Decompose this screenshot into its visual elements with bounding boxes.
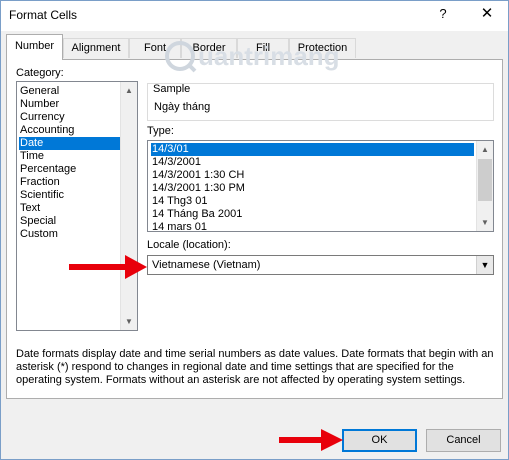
sample-box: Ngày tháng xyxy=(147,83,494,121)
sample-value: Ngày tháng xyxy=(154,101,211,113)
category-item-currency[interactable]: Currency xyxy=(19,111,65,124)
category-item-special[interactable]: Special xyxy=(19,215,56,228)
category-item-date[interactable]: Date xyxy=(19,137,120,150)
type-item[interactable]: 14/3/2001 1:30 CH xyxy=(151,169,244,182)
type-item[interactable]: 14/3/01 xyxy=(151,143,474,156)
red-arrow-icon xyxy=(279,429,343,451)
scroll-up-icon[interactable]: ▲ xyxy=(121,82,137,99)
scroll-up-icon[interactable]: ▲ xyxy=(477,141,493,158)
tab-number[interactable]: Number xyxy=(6,34,63,60)
dropdown-arrow-icon[interactable]: ▼ xyxy=(476,256,493,274)
type-item[interactable]: 14/3/2001 1:30 PM xyxy=(151,182,245,195)
type-item[interactable]: 14/3/2001 xyxy=(151,156,201,169)
window-title: Format Cells xyxy=(9,8,78,22)
category-item-fraction[interactable]: Fraction xyxy=(19,176,60,189)
category-label: Category: xyxy=(16,67,64,79)
type-item[interactable]: 14 Thg3 01 xyxy=(151,195,207,208)
category-item-accounting[interactable]: Accounting xyxy=(19,124,74,137)
type-scrollbar[interactable]: ▲ ▼ xyxy=(476,141,493,231)
category-item-text[interactable]: Text xyxy=(19,202,40,215)
category-item-scientific[interactable]: Scientific xyxy=(19,189,64,202)
scroll-down-icon[interactable]: ▼ xyxy=(477,214,493,231)
locale-select[interactable]: Vietnamese (Vietnam) ▼ xyxy=(147,255,494,275)
type-list[interactable]: 14/3/01 14/3/2001 14/3/2001 1:30 CH 14/3… xyxy=(147,140,494,232)
scroll-down-icon[interactable]: ▼ xyxy=(121,313,137,330)
category-scrollbar[interactable]: ▲ ▼ xyxy=(120,82,137,330)
format-cells-dialog: Format Cells ? ✕ Number Alignment Font B… xyxy=(0,0,509,460)
red-arrow-icon xyxy=(69,255,147,279)
svg-text:uantrimang: uantrimang xyxy=(198,41,340,71)
category-item-time[interactable]: Time xyxy=(19,150,44,163)
category-item-general[interactable]: General xyxy=(19,85,59,98)
locale-value: Vietnamese (Vietnam) xyxy=(152,259,261,271)
category-item-number[interactable]: Number xyxy=(19,98,59,111)
format-description: Date formats display date and time seria… xyxy=(16,348,494,386)
type-item[interactable]: 14 Tháng Ba 2001 xyxy=(151,208,242,221)
category-item-custom[interactable]: Custom xyxy=(19,228,58,241)
type-item[interactable]: 14 mars 01 xyxy=(151,221,207,231)
watermark-logo: uantrimang xyxy=(164,38,364,77)
scroll-thumb[interactable] xyxy=(478,159,492,201)
help-icon[interactable]: ? xyxy=(433,6,453,21)
tab-alignment[interactable]: Alignment xyxy=(63,38,129,58)
category-item-percentage[interactable]: Percentage xyxy=(19,163,76,176)
cancel-button[interactable]: Cancel xyxy=(426,429,501,452)
ok-button[interactable]: OK xyxy=(342,429,417,452)
category-list[interactable]: General Number Currency Accounting Date … xyxy=(16,81,138,331)
title-bar: Format Cells ? ✕ xyxy=(1,1,508,31)
type-label: Type: xyxy=(147,125,174,137)
close-icon[interactable]: ✕ xyxy=(475,4,499,22)
locale-label: Locale (location): xyxy=(147,239,231,251)
